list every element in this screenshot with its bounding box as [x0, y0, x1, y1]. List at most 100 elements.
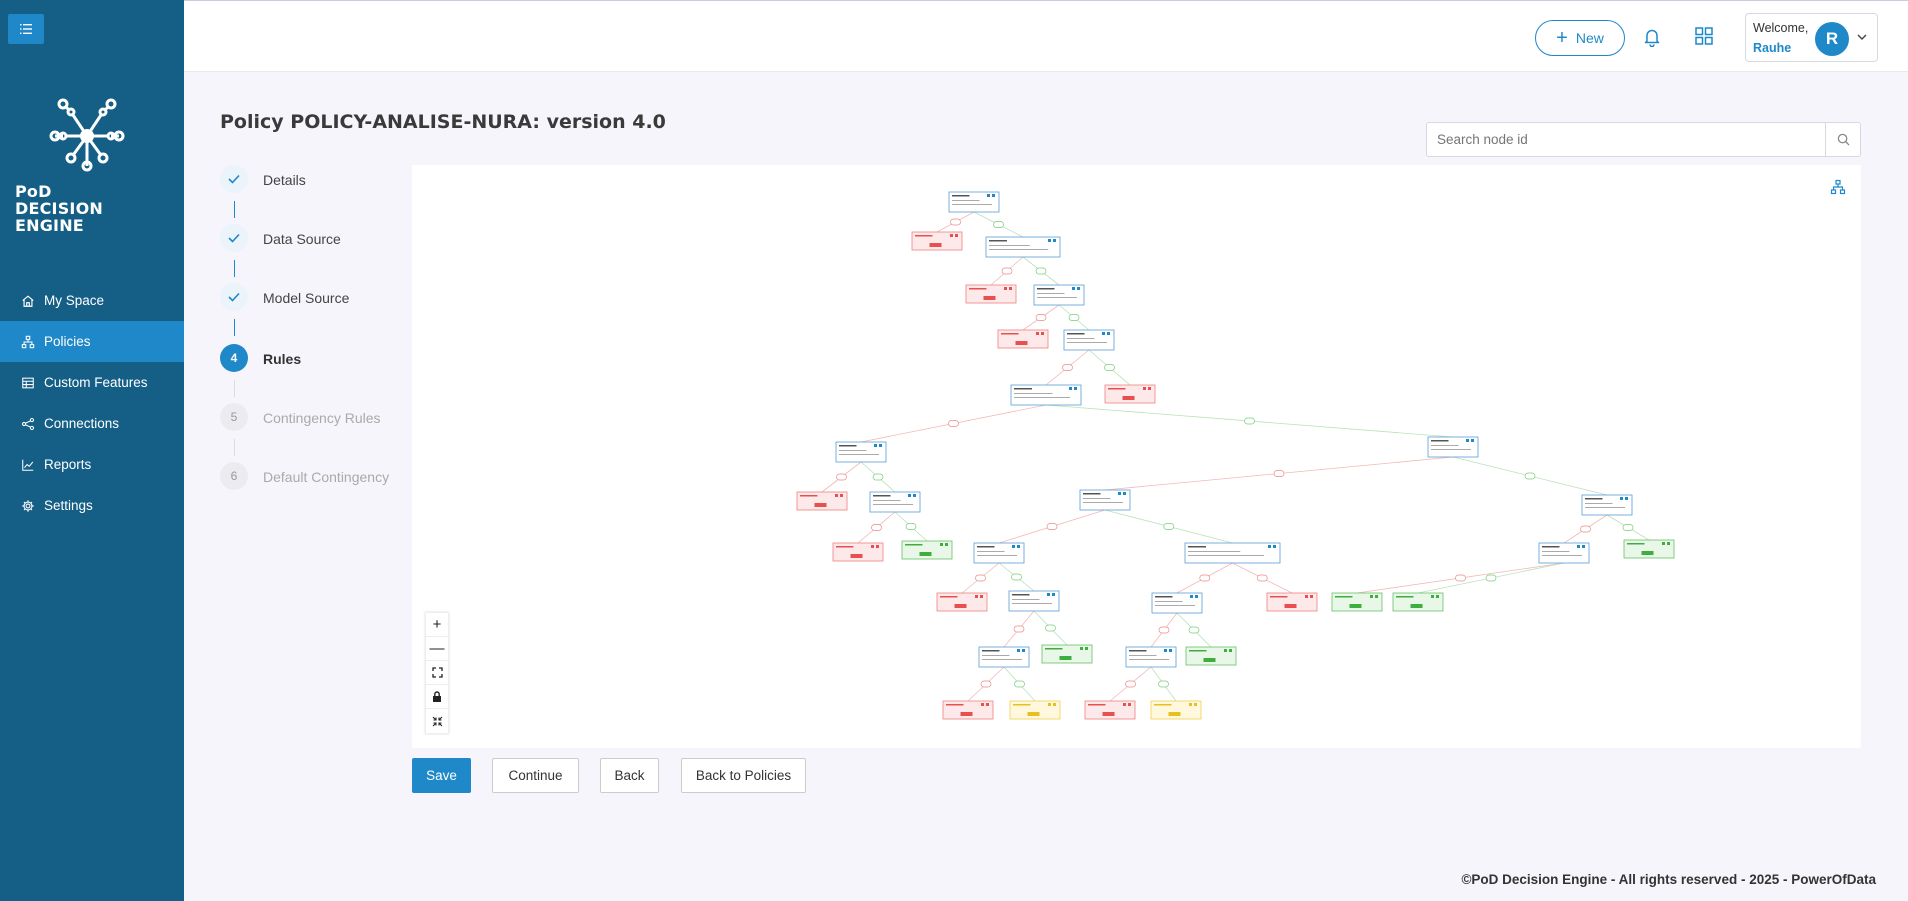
edge-label	[1163, 523, 1175, 530]
avatar: R	[1815, 22, 1849, 56]
tree-leaf-node	[1266, 592, 1318, 612]
edge-label	[980, 680, 992, 688]
step-label: Model Source	[263, 290, 350, 306]
search-button[interactable]	[1825, 123, 1860, 156]
tree-leaf-node	[901, 540, 953, 560]
tree-condition-node	[978, 646, 1030, 668]
tree-leaf-node	[965, 284, 1017, 304]
decision-tree	[796, 191, 1675, 720]
rules-tree-canvas[interactable]: + —	[412, 165, 1861, 748]
back-to-policies-button[interactable]: Back to Policies	[681, 758, 806, 793]
sidebar-item-label: Reports	[44, 457, 92, 472]
fit-view-button[interactable]	[426, 661, 448, 685]
tree-leaf-node	[1009, 700, 1061, 720]
tree-condition-node	[869, 491, 921, 513]
lock-icon	[433, 691, 441, 702]
edge-label	[1455, 574, 1466, 582]
edge-label	[1485, 574, 1497, 582]
username: Rauhe	[1753, 41, 1792, 55]
tree-leaf-node	[1623, 539, 1675, 559]
step-label: Contingency Rules	[263, 410, 381, 426]
apps-grid-icon[interactable]	[1694, 26, 1714, 46]
sidebar-item-label: Connections	[44, 416, 120, 431]
plus-icon: +	[1556, 27, 1568, 49]
edge-label	[1580, 525, 1591, 533]
sidebar-item-reports[interactable]: Reports	[0, 444, 184, 485]
tree-condition-node	[1538, 542, 1590, 564]
sidebar-item-my-space[interactable]: My Space	[0, 280, 184, 321]
edge-label	[1035, 314, 1047, 321]
tree-leaf-node	[997, 329, 1049, 349]
tree-condition-node	[973, 542, 1025, 564]
edge-label	[1104, 364, 1115, 371]
step-details[interactable]: Details	[220, 165, 400, 195]
hierarchy-icon	[21, 335, 35, 348]
edge-label	[1188, 626, 1200, 634]
step-number: 4	[220, 344, 248, 372]
tree-condition-node	[835, 441, 887, 463]
search-box	[1426, 122, 1861, 157]
step-contingency-rules[interactable]: 5 Contingency Rules	[220, 403, 400, 433]
layout-tree-icon[interactable]	[1830, 179, 1846, 195]
tree-condition-node	[948, 191, 1000, 213]
tree-condition-node	[1033, 284, 1085, 306]
tree-condition-node	[1063, 329, 1115, 351]
edge-label	[1068, 314, 1080, 321]
step-default-contingency[interactable]: 6 Default Contingency	[220, 462, 400, 492]
tree-leaf-node	[1084, 700, 1136, 720]
tree-leaf-node	[936, 592, 988, 612]
edge-label	[950, 218, 961, 226]
edge-label	[1199, 574, 1211, 582]
step-number: 6	[220, 462, 248, 490]
continue-button[interactable]: Continue	[492, 758, 579, 793]
search-node-input[interactable]	[1427, 123, 1822, 156]
menu-toggle-button[interactable]	[8, 14, 44, 44]
search-icon	[1837, 133, 1850, 146]
sidebar-item-label: Custom Features	[44, 375, 148, 390]
tree-condition-node	[1151, 592, 1203, 614]
tree-leaf-node	[1185, 646, 1237, 666]
page-title: Policy POLICY-ANALISE-NURA: version 4.0	[220, 111, 666, 133]
edge-label	[1158, 680, 1169, 688]
zoom-out-button[interactable]: —	[426, 637, 448, 661]
step-model-source[interactable]: Model Source	[220, 283, 400, 313]
edge-label	[1158, 626, 1170, 634]
tree-leaf-node	[1392, 592, 1444, 612]
footer-copyright: ©PoD Decision Engine - All rights reserv…	[1461, 872, 1876, 887]
bell-icon[interactable]	[1643, 27, 1661, 47]
fullscreen-button[interactable]	[426, 709, 448, 733]
user-menu[interactable]: Welcome, Rauhe R	[1745, 13, 1878, 62]
sidebar-item-label: Settings	[44, 498, 93, 513]
lock-button[interactable]	[426, 685, 448, 709]
share-icon	[21, 417, 35, 430]
edge-label	[975, 574, 986, 582]
step-label: Default Contingency	[263, 469, 390, 485]
sidebar-item-settings[interactable]: Settings	[0, 485, 184, 526]
tree-leaf-node	[1150, 700, 1202, 720]
step-label: Data Source	[263, 231, 341, 247]
step-rules[interactable]: 4 Rules	[220, 344, 400, 374]
zoom-in-button[interactable]: +	[426, 613, 448, 637]
step-connector	[234, 201, 235, 218]
sidebar-item-custom-features[interactable]: Custom Features	[0, 362, 184, 403]
sidebar-item-connections[interactable]: Connections	[0, 403, 184, 444]
save-button[interactable]: Save	[412, 758, 471, 793]
edge-label	[1125, 680, 1136, 688]
back-button[interactable]: Back	[600, 758, 659, 793]
step-connector	[234, 260, 235, 277]
gear-icon	[22, 499, 34, 512]
fit-view-icon	[431, 667, 443, 678]
sidebar-item-policies[interactable]: Policies	[0, 321, 184, 362]
tree-leaf-node	[942, 700, 994, 720]
new-button[interactable]: + New	[1535, 20, 1625, 56]
tree-condition-node	[985, 236, 1061, 258]
logo-text: PoD DECISION ENGINE	[15, 182, 103, 235]
edge-label	[1062, 364, 1073, 371]
sidebar-item-label: Policies	[44, 334, 91, 349]
step-data-source[interactable]: Data Source	[220, 224, 400, 254]
tree-leaf-node	[832, 542, 884, 562]
edge-label	[905, 523, 917, 530]
check-icon	[220, 224, 248, 252]
step-connector	[234, 319, 235, 336]
edge-label	[1011, 573, 1022, 581]
